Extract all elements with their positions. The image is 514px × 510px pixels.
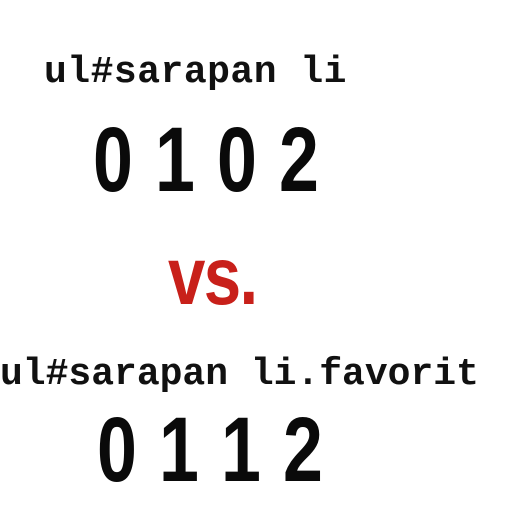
first-specificity-digit-b: 1 [155,109,195,211]
first-specificity-digit-a: 0 [93,109,133,211]
versus-label: vs. [168,231,258,322]
second-specificity-score: 0 1 1 2 [86,404,334,496]
first-specificity-digit-c: 0 [217,109,257,211]
first-specificity-score: 0 1 0 2 [82,114,330,206]
second-specificity-digit-a: 0 [97,399,137,501]
second-specificity-digit-d: 2 [283,399,323,501]
second-specificity-digit-c: 1 [221,399,261,501]
second-specificity-digit-b: 1 [159,399,199,501]
second-selector-text: ul#sarapan li.favorit [0,353,479,396]
first-specificity-digit-d: 2 [279,109,319,211]
first-selector-text: ul#sarapan li [44,51,347,94]
